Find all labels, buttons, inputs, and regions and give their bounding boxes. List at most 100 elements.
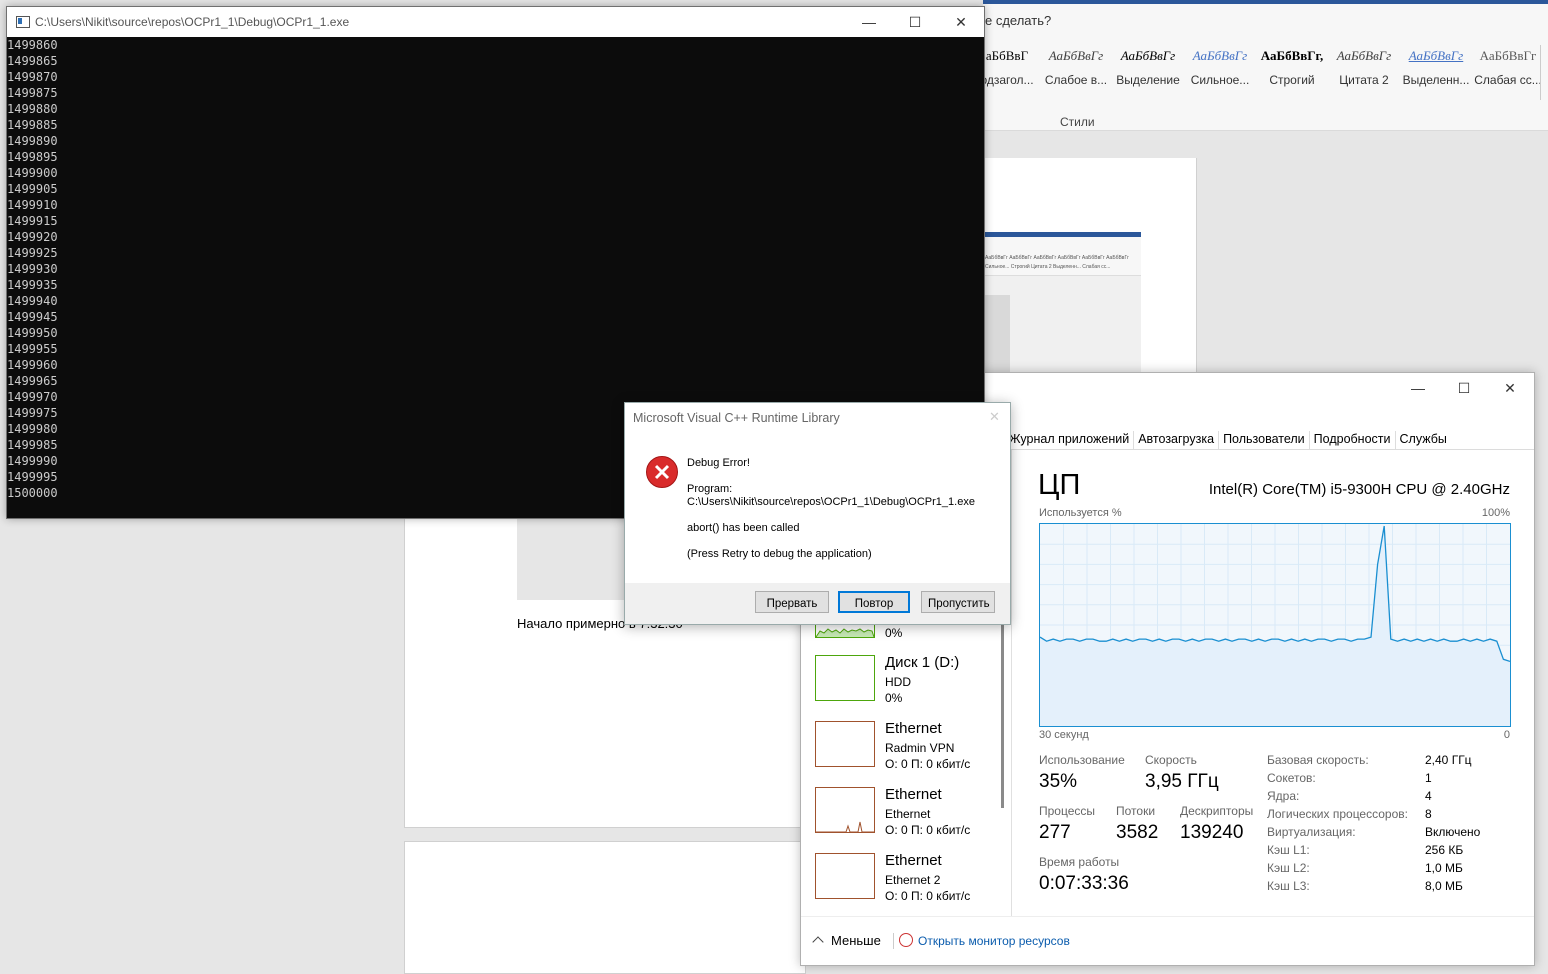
close-button[interactable]: ✕ <box>938 7 984 37</box>
style-name: Слабое в... <box>1044 73 1108 87</box>
abort-button[interactable]: Прервать <box>755 591 829 613</box>
style-item[interactable]: АаБбВвГг Слабая сс... <box>1472 45 1544 87</box>
console-app-icon <box>16 16 30 28</box>
console-line: 1499965 <box>7 374 58 388</box>
task-manager-footer: Меньше Открыть монитор ресурсов <box>801 916 1534 965</box>
minimize-button[interactable]: — <box>846 7 892 37</box>
styles-scroll-handle[interactable] <box>1540 45 1548 100</box>
debug-error-dialog: Microsoft Visual C++ Runtime Library ✕ D… <box>624 402 1011 625</box>
chevron-up-icon <box>812 936 824 948</box>
word-styles-gallery: аБбВвГ одзагол... АаБбВвГг Слабое в... А… <box>980 0 1548 130</box>
style-name: Слабая сс... <box>1474 73 1542 87</box>
tab-startup[interactable]: Автозагрузка <box>1134 429 1218 449</box>
spec-label: Кэш L1: <box>1267 843 1310 857</box>
console-line: 1499875 <box>7 86 58 100</box>
embedded-styles-names: Сильное... Строгий Цитата 2 Выделенн... … <box>985 264 1111 270</box>
dialog-title-bar[interactable]: Microsoft Visual C++ Runtime Library ✕ <box>625 403 1010 433</box>
maximize-button[interactable]: ☐ <box>1441 373 1487 403</box>
spec-label: Логических процессоров: <box>1267 807 1408 821</box>
minimize-button[interactable]: — <box>1395 373 1441 403</box>
style-name: Выделение <box>1116 73 1180 87</box>
style-sample: АаБбВвГг <box>1120 48 1176 63</box>
console-line: 1499945 <box>7 310 58 324</box>
styles-group-label: Стили <box>1060 115 1095 129</box>
console-line: 1499955 <box>7 342 58 356</box>
style-item[interactable]: АаБбВвГг Выделенн... <box>1400 45 1472 87</box>
spec-value: 1,0 МБ <box>1425 861 1463 875</box>
resource-monitor-icon <box>899 933 913 947</box>
console-line: 1499940 <box>7 294 58 308</box>
graph-x-end: 0 <box>1503 729 1510 741</box>
style-sample: АаБбВвГг <box>1048 48 1104 63</box>
footer-divider <box>893 933 894 949</box>
fewer-details-label: Меньше <box>831 933 881 948</box>
embedded-styles-text: АаБбВвГг АаБбВвГг АаБбВвГг АаБбВвГг АаБб… <box>985 255 1129 261</box>
spec-value: 8,0 МБ <box>1425 879 1463 893</box>
console-line: 1499890 <box>7 134 58 148</box>
spec-label: Базовая скорость: <box>1267 753 1369 767</box>
style-name: Выделенн... <box>1402 73 1470 87</box>
console-line: 1499885 <box>7 118 58 132</box>
dialog-message: abort() has been called <box>687 522 800 534</box>
console-line: 1499865 <box>7 54 58 68</box>
console-line: 1499860 <box>7 38 58 52</box>
open-resource-monitor-label: Открыть монитор ресурсов <box>918 934 1070 948</box>
style-name: Строгий <box>1269 73 1315 87</box>
console-line: 1499905 <box>7 182 58 196</box>
task-manager-tabs: Журнал приложений Автозагрузка Пользовател… <box>1005 429 1451 449</box>
console-line: 1499900 <box>7 166 58 180</box>
console-line: 1499960 <box>7 358 58 372</box>
spec-value: 8 <box>1425 807 1432 821</box>
tab-app-history[interactable]: Журнал приложений <box>1005 429 1133 449</box>
console-line: 1499880 <box>7 102 58 116</box>
cpu-graph-svg <box>1039 524 1511 726</box>
style-item[interactable]: АаБбВвГг Цитата 2 <box>1328 45 1400 87</box>
style-item[interactable]: АаБбВвГг Сильное... <box>1184 45 1256 87</box>
style-sample: АаБбВвГг <box>1479 48 1537 63</box>
tab-users[interactable]: Пользователи <box>1219 429 1309 449</box>
error-icon <box>646 456 678 488</box>
dialog-program-label: Program: <box>687 483 733 495</box>
console-line: 1499910 <box>7 198 58 212</box>
open-resource-monitor-link[interactable]: Открыть монитор ресурсов <box>899 933 1070 948</box>
style-sample: АаБбВвГг <box>1336 48 1392 63</box>
close-button[interactable]: ✕ <box>1487 373 1533 403</box>
retry-button[interactable]: Повтор <box>838 591 910 613</box>
embedded-image <box>517 510 625 600</box>
tab-services[interactable]: Службы <box>1396 429 1451 449</box>
console-title-bar[interactable]: C:\Users\Nikit\source\repos\OCPr1_1\Debu… <box>7 7 984 37</box>
spec-label: Ядра: <box>1267 789 1300 803</box>
spec-value: 2,40 ГГц <box>1425 753 1472 767</box>
resource-title: Диск 1 (D:) <box>885 654 960 671</box>
console-line: 1499930 <box>7 262 58 276</box>
maximize-button[interactable]: ☐ <box>892 7 938 37</box>
dialog-body: Debug Error! Program: C:\Users\Nikit\sou… <box>625 433 1010 583</box>
style-sample: АаБбВвГг, <box>1260 48 1324 63</box>
cpu-usage-graph <box>1039 523 1511 727</box>
spec-label: Сокетов: <box>1267 771 1316 785</box>
console-line: 1499925 <box>7 246 58 260</box>
spec-value: 1 <box>1425 771 1432 785</box>
resource-item-disk[interactable]: Диск 1 (D:) HDD 0% <box>815 654 1005 715</box>
spec-value: Включено <box>1425 825 1481 839</box>
resource-value: 0% <box>885 691 903 705</box>
fewer-details-button[interactable]: Меньше <box>811 933 881 948</box>
style-sample: АаБбВвГг <box>1192 48 1248 63</box>
resource-subtitle: HDD <box>885 675 911 689</box>
console-title: C:\Users\Nikit\source\repos\OCPr1_1\Debu… <box>35 15 350 29</box>
dialog-program-path: C:\Users\Nikit\source\repos\OCPr1_1\Debu… <box>687 496 975 508</box>
spec-label: Виртуализация: <box>1267 825 1356 839</box>
style-item[interactable]: АаБбВвГг Выделение <box>1112 45 1184 87</box>
style-item[interactable]: АаБбВвГг, Строгий <box>1256 45 1328 87</box>
tab-details[interactable]: Подробности <box>1310 429 1395 449</box>
ignore-button[interactable]: Пропустить <box>921 591 995 613</box>
embedded-screenshot-panel <box>983 295 1010 373</box>
close-icon[interactable]: ✕ <box>989 409 1000 425</box>
spec-value: 256 КБ <box>1425 843 1464 857</box>
console-line: 1499935 <box>7 278 58 292</box>
style-item[interactable]: АаБбВвГг Слабое в... <box>1040 45 1112 87</box>
spec-label: Кэш L2: <box>1267 861 1310 875</box>
console-line: 1499870 <box>7 70 58 84</box>
dialog-heading: Debug Error! <box>687 457 750 469</box>
console-line: 1499915 <box>7 214 58 228</box>
